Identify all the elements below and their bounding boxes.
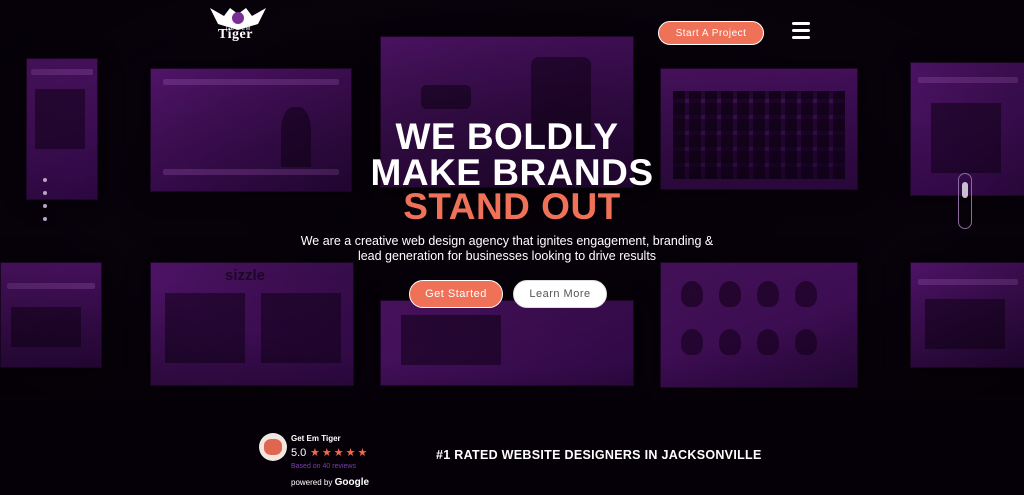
hamburger-icon[interactable] xyxy=(792,22,810,39)
logo-name: Tiger xyxy=(218,27,253,42)
hero-section: sizzle GET EM Tiger Start A Project WE B… xyxy=(0,0,1024,400)
learn-more-button[interactable]: Learn More xyxy=(513,280,607,308)
hero-subtitle: We are a creative web design agency that… xyxy=(300,234,714,263)
review-rating: 5.0 xyxy=(291,447,307,459)
review-count-link[interactable]: Based on 40 reviews xyxy=(291,463,356,470)
powered-by-google: powered by Google xyxy=(291,477,369,488)
google-logo: Google xyxy=(334,477,370,488)
hero-heading-line1: WE BOLDLY xyxy=(395,116,619,157)
hero-heading-line3: STAND OUT xyxy=(403,186,621,227)
reviewer-avatar xyxy=(259,433,287,461)
star-icon: ★★★★★ xyxy=(310,447,370,459)
start-project-button[interactable]: Start A Project xyxy=(658,21,764,45)
get-started-button[interactable]: Get Started xyxy=(409,280,503,308)
rated-tagline: #1 RATED WEBSITE DESIGNERS IN JACKSONVIL… xyxy=(436,448,762,462)
review-business-name: Get Em Tiger xyxy=(291,434,341,443)
powered-by-label: powered by xyxy=(291,478,333,487)
